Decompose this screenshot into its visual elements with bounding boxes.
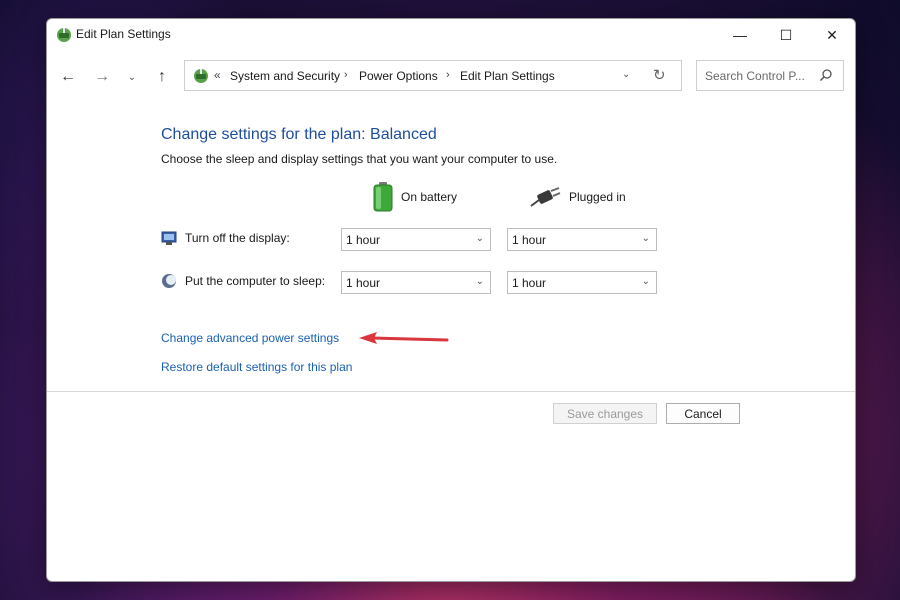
chevron-down-icon: ⌄ — [475, 233, 484, 244]
address-bar[interactable]: « System and Security › Power Options › … — [184, 60, 682, 91]
change-advanced-power-settings-link[interactable]: Change advanced power settings — [161, 331, 339, 345]
display-icon — [161, 231, 177, 245]
refresh-icon[interactable]: ↻ — [653, 66, 666, 84]
plugged-in-label: Plugged in — [569, 190, 626, 204]
column-on-battery: On battery — [373, 182, 457, 212]
battery-icon — [373, 182, 393, 212]
recent-locations-button[interactable]: ⌄ — [119, 65, 145, 89]
chevron-down-icon: ⌄ — [641, 233, 650, 244]
maximize-button[interactable]: ☐ — [763, 19, 809, 51]
chevron-down-icon: ⌄ — [641, 276, 650, 287]
page-description: Choose the sleep and display settings th… — [161, 152, 558, 166]
forward-button[interactable]: → — [89, 65, 115, 89]
breadcrumb-overflow[interactable]: « — [214, 68, 221, 82]
breadcrumb-system-and-security[interactable]: System and Security — [230, 69, 340, 83]
save-changes-button[interactable]: Save changes — [553, 403, 657, 424]
display-plugged-select[interactable]: 1 hour ⌄ — [507, 228, 657, 251]
cancel-button[interactable]: Cancel — [666, 403, 740, 424]
chevron-down-icon: ⌄ — [475, 276, 484, 287]
page-title: Change settings for the plan: Balanced — [161, 126, 437, 143]
breadcrumb-power-options[interactable]: Power Options — [359, 69, 438, 83]
close-button[interactable]: ✕ — [809, 19, 855, 51]
minimize-button[interactable]: — — [717, 19, 763, 51]
sleep-icon — [162, 274, 176, 288]
sleep-battery-select[interactable]: 1 hour ⌄ — [341, 271, 491, 294]
arrow-annotation-icon — [359, 332, 449, 344]
column-plugged-in: Plugged in — [529, 182, 626, 212]
edit-plan-settings-window: Edit Plan Settings — ☐ ✕ ← → ⌄ ↑ « Syste… — [46, 18, 856, 582]
title-bar: Edit Plan Settings — ☐ ✕ — [47, 19, 855, 51]
breadcrumb-separator[interactable]: › — [446, 69, 450, 81]
breadcrumb-edit-plan-settings[interactable]: Edit Plan Settings — [460, 69, 555, 83]
power-options-icon — [57, 28, 71, 42]
up-button[interactable]: ↑ — [149, 65, 175, 89]
control-panel-icon — [194, 69, 208, 83]
computer-sleep-label: Put the computer to sleep: — [185, 274, 326, 288]
row-computer-sleep: Put the computer to sleep: — [161, 273, 325, 289]
address-dropdown-icon[interactable]: ⌄ — [622, 69, 630, 80]
restore-default-settings-link[interactable]: Restore default settings for this plan — [161, 360, 352, 374]
display-battery-value: 1 hour — [346, 232, 381, 247]
search-box[interactable] — [696, 60, 844, 91]
display-battery-select[interactable]: 1 hour ⌄ — [341, 228, 491, 251]
breadcrumb-separator[interactable]: › — [344, 69, 348, 81]
sleep-battery-value: 1 hour — [346, 275, 381, 290]
divider — [47, 391, 855, 392]
window-title: Edit Plan Settings — [76, 27, 171, 41]
power-plug-icon — [530, 187, 561, 207]
search-input[interactable] — [697, 61, 825, 90]
row-turn-off-display: Turn off the display: — [161, 230, 290, 246]
sleep-plugged-value: 1 hour — [512, 275, 547, 290]
turn-off-display-label: Turn off the display: — [185, 231, 290, 245]
sleep-plugged-select[interactable]: 1 hour ⌄ — [507, 271, 657, 294]
navigation-bar: ← → ⌄ ↑ « System and Security › Power Op… — [47, 59, 855, 95]
search-icon[interactable] — [819, 68, 833, 82]
back-button[interactable]: ← — [55, 65, 81, 89]
on-battery-label: On battery — [401, 190, 458, 204]
display-plugged-value: 1 hour — [512, 232, 547, 247]
